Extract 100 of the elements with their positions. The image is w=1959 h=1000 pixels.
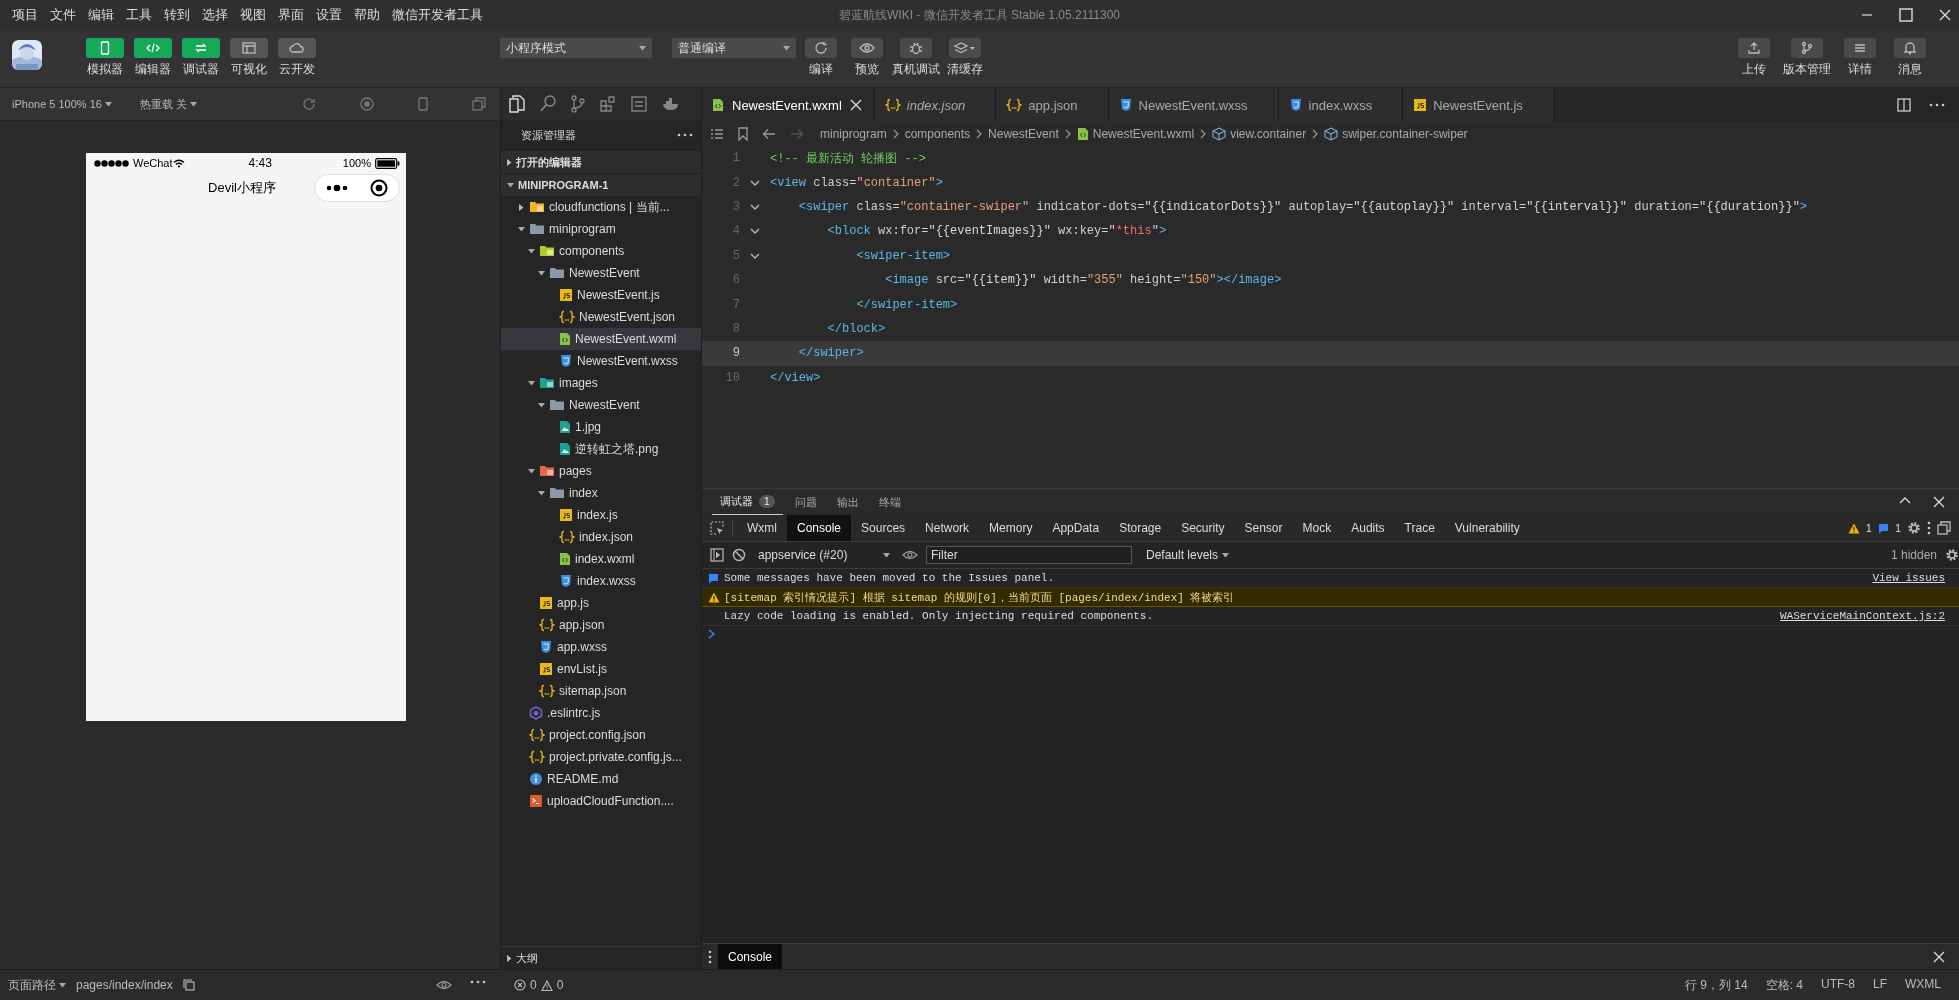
toolbar-button[interactable]: 真机调试 [892,38,940,78]
tree-item[interactable]: app.wxss [501,636,701,658]
toolbar-button[interactable]: 可视化 [228,38,270,78]
status-item[interactable]: LF [1873,976,1887,994]
breadcrumb-item[interactable]: components [904,127,971,141]
whale-icon[interactable] [662,97,680,111]
split-icon[interactable] [1897,98,1911,112]
stop-icon[interactable] [360,97,374,111]
tree-item[interactable]: envList.js [501,658,701,680]
levels-dropdown[interactable]: Default levels [1140,547,1236,563]
block-icon[interactable] [732,548,746,562]
toolbar-button[interactable]: 清缓存 [944,38,986,78]
devtools-tab[interactable]: Mock [1292,515,1342,541]
list-icon[interactable] [710,128,724,140]
search-icon[interactable] [540,95,556,113]
devtools-tab[interactable]: Memory [979,515,1043,541]
tree-item[interactable]: NewestEvent.wxml [501,328,701,350]
back-arrow-icon[interactable] [762,128,776,140]
section-header[interactable]: MINIPROGRAM-1 [501,173,701,196]
menu-item[interactable]: 选择 [196,6,234,24]
menu-item[interactable]: 界面 [272,6,310,24]
files-icon[interactable] [509,95,525,113]
sidebar-icon[interactable] [710,548,724,562]
menu-item[interactable]: 转到 [158,6,196,24]
editor-tab[interactable]: index.json [874,88,997,122]
rotate-icon[interactable] [302,97,316,111]
tree-item[interactable]: NewestEvent.wxss [501,350,701,372]
editor-tab[interactable]: NewestEvent.wxss [1108,88,1279,122]
toolbar-button[interactable]: 云开发 [276,38,318,78]
compile-dropdown[interactable]: 普通编译 [672,38,796,58]
editor-tab[interactable]: index.wxss [1278,88,1404,122]
menu-item[interactable]: 帮助 [348,6,386,24]
capsule-button[interactable] [314,174,400,202]
panel-tab[interactable]: 问题 [786,489,825,515]
record-icon[interactable] [370,179,388,197]
settings-icon[interactable] [1907,521,1921,535]
close-icon[interactable] [849,99,862,111]
tree-item[interactable]: cloudfunctions | 当前... [501,196,701,218]
extensions-icon[interactable] [600,96,616,112]
breadcrumb-item[interactable]: view.container [1212,127,1307,141]
source-link[interactable]: WAServiceMainContext.js:2 [1779,610,1945,622]
more-icon[interactable] [1929,103,1945,107]
editor-tab[interactable]: NewestEvent.wxml [702,88,875,122]
tree-item[interactable]: pages [501,460,701,482]
toolbar-button[interactable]: 上传 [1733,38,1775,78]
editor-tab[interactable]: NewestEvent.js [1403,88,1554,122]
drawer-tab[interactable]: Console [718,944,783,969]
page-path-dropdown[interactable]: 页面路径 [8,976,66,994]
tree-item[interactable]: NewestEvent.json [501,306,701,328]
tree-item[interactable]: index.js [501,504,701,526]
panel-tab[interactable]: 终端 [870,489,909,515]
close-icon[interactable] [1933,950,1945,963]
chevron-icon[interactable] [1899,496,1911,504]
tree-item[interactable]: miniprogram [501,218,701,240]
windows-icon[interactable] [472,97,486,111]
tree-item[interactable]: sitemap.json [501,680,701,702]
source-link[interactable]: View issues [1872,572,1945,584]
devtools-tab[interactable]: Sources [851,515,916,541]
close-icon[interactable] [1939,9,1951,21]
more-icon[interactable] [1927,521,1931,535]
tree-item[interactable]: 逆转虹之塔.png [501,438,701,460]
tree-item[interactable]: index.json [501,526,701,548]
maximize-icon[interactable] [1899,8,1913,22]
more-icon[interactable] [326,183,348,193]
chevron-icon[interactable] [750,179,760,186]
phone-icon[interactable] [418,97,428,111]
devtools-tab[interactable]: Trace [1394,515,1445,541]
toolbar-button[interactable]: 模拟器 [84,38,126,78]
toolbar-button[interactable]: 消息 [1889,38,1931,78]
copy-icon[interactable] [182,979,195,991]
devtools-tab[interactable]: Network [915,515,980,541]
inspect-icon[interactable] [710,521,724,535]
toolbar-button[interactable]: 版本管理 [1783,38,1831,78]
tree-item[interactable]: app.json [501,614,701,636]
editor-tab[interactable]: app.json [996,88,1109,122]
menu-item[interactable]: 设置 [310,6,348,24]
devtools-tab[interactable]: Security [1171,515,1235,541]
devtools-tab[interactable]: Audits [1341,515,1395,541]
tree-item[interactable]: index.wxss [501,570,701,592]
settings-icon[interactable] [1945,548,1959,562]
context-dropdown[interactable]: appservice (#20) [754,545,894,565]
panel-tab[interactable]: 输出 [828,489,867,515]
dock-icon[interactable] [1937,521,1951,535]
more-icon[interactable] [470,980,486,984]
tree-item[interactable]: .eslintrc.js [501,702,701,724]
close-icon[interactable] [1933,496,1945,508]
devtools-tab[interactable]: Storage [1109,515,1172,541]
chevron-icon[interactable] [750,228,760,235]
more-icon[interactable] [677,133,693,137]
breadcrumb-item[interactable]: NewestEvent.wxml [1076,127,1195,141]
menu-item[interactable]: 工具 [120,6,158,24]
toolbar-button[interactable]: 调试器 [180,38,222,78]
device-dropdown[interactable]: iPhone 5 100% 16 [10,98,128,110]
chevron-icon[interactable] [750,203,760,210]
menu-item[interactable]: 项目 [6,6,44,24]
section-header[interactable]: 打开的编辑器 [501,150,701,173]
tree-item[interactable]: README.md [501,768,701,790]
breadcrumb-item[interactable]: NewestEvent [988,127,1059,141]
devtools-tab[interactable]: Wxml [737,515,787,541]
tree-item[interactable]: NewestEvent.js [501,284,701,306]
